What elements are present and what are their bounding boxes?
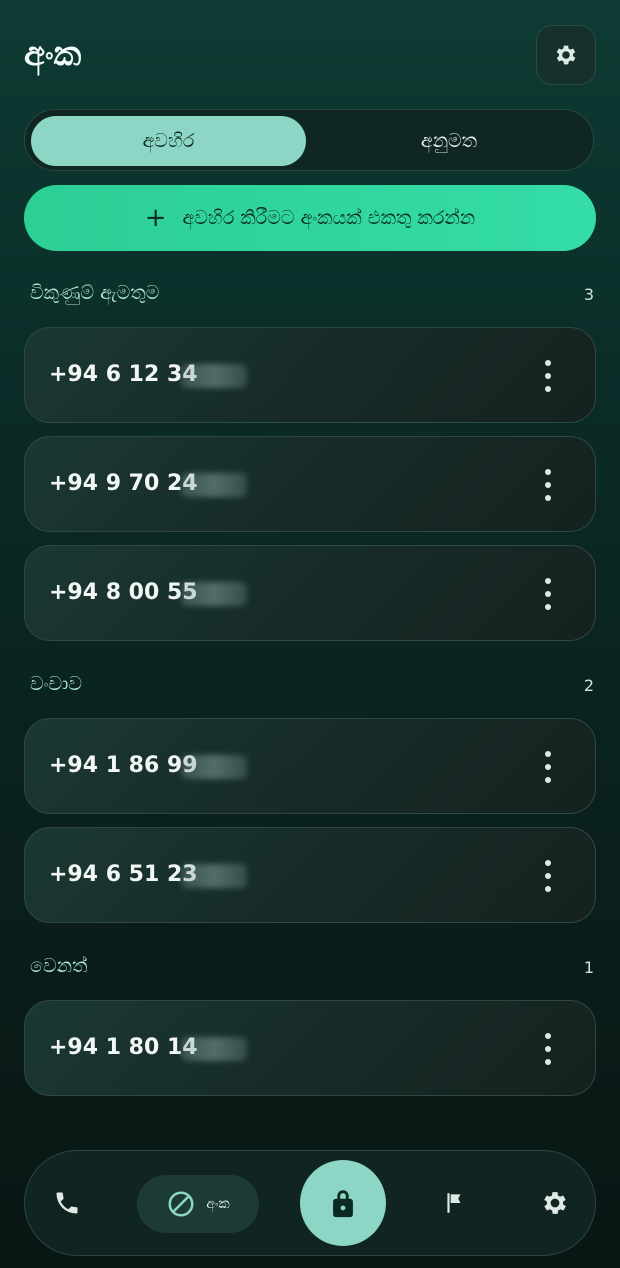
section-title-sales: විකුණුම් ඇමතුම <box>30 282 160 304</box>
phone-number: +94 1 86 99 <box>49 753 198 778</box>
page-title: අංක <box>24 34 82 74</box>
tab-bar: අවහිර අනුමත <box>24 109 594 171</box>
bottom-navigation: අංක <box>24 1150 596 1256</box>
nav-settings[interactable] <box>535 1183 575 1223</box>
section-count: 1 <box>583 958 594 977</box>
more-options-icon[interactable] <box>533 751 563 783</box>
phone-number: +94 6 51 23 <box>49 862 198 887</box>
number-card[interactable]: +94 6 51 23 <box>24 827 596 923</box>
nav-lock[interactable] <box>300 1160 386 1246</box>
redacted-digits <box>181 473 247 497</box>
phone-icon <box>56 1192 78 1214</box>
flag-icon <box>447 1193 461 1213</box>
phone-number: +94 1 80 14 <box>49 1035 198 1060</box>
more-options-icon[interactable] <box>533 469 563 501</box>
number-card[interactable]: +94 6 12 34 <box>24 327 596 423</box>
more-options-icon[interactable] <box>533 360 563 392</box>
settings-button[interactable] <box>536 25 596 85</box>
section-title-other: වෙනත් <box>30 955 88 977</box>
block-icon <box>168 1191 194 1217</box>
more-options-icon[interactable] <box>533 1033 563 1065</box>
redacted-digits <box>181 1037 247 1061</box>
lock-icon <box>333 1190 353 1218</box>
section-count: 2 <box>583 676 594 695</box>
nav-numbers[interactable]: අංක <box>137 1175 259 1233</box>
number-card[interactable]: +94 9 70 24 <box>24 436 596 532</box>
add-button-label: අවහිර කිරීමට අංකයක් එකතු කරන්න <box>182 207 476 229</box>
section-title-fraud: වංචාව <box>30 673 83 695</box>
nav-calls[interactable] <box>47 1183 87 1223</box>
number-card[interactable]: +94 1 80 14 <box>24 1000 596 1096</box>
redacted-digits <box>181 755 247 779</box>
number-card[interactable]: +94 8 00 55 <box>24 545 596 641</box>
nav-numbers-label: අංක <box>206 1196 230 1212</box>
plus-icon: + <box>144 203 167 233</box>
phone-number: +94 9 70 24 <box>49 471 198 496</box>
tab-blocked[interactable]: අවහිර <box>31 116 306 166</box>
more-options-icon[interactable] <box>533 860 563 892</box>
nav-reports[interactable] <box>435 1183 475 1223</box>
redacted-digits <box>181 582 247 606</box>
more-options-icon[interactable] <box>533 578 563 610</box>
redacted-digits <box>181 864 247 888</box>
redacted-digits <box>181 364 247 388</box>
gear-icon <box>556 45 576 65</box>
gear-icon <box>544 1192 566 1214</box>
add-blocked-number-button[interactable]: + අවහිර කිරීමට අංකයක් එකතු කරන්න <box>24 185 596 251</box>
phone-number: +94 6 12 34 <box>49 362 198 387</box>
tab-allowed[interactable]: අනුමත <box>310 116 588 166</box>
section-count: 3 <box>583 285 594 304</box>
number-card[interactable]: +94 1 86 99 <box>24 718 596 814</box>
phone-number: +94 8 00 55 <box>49 580 198 605</box>
